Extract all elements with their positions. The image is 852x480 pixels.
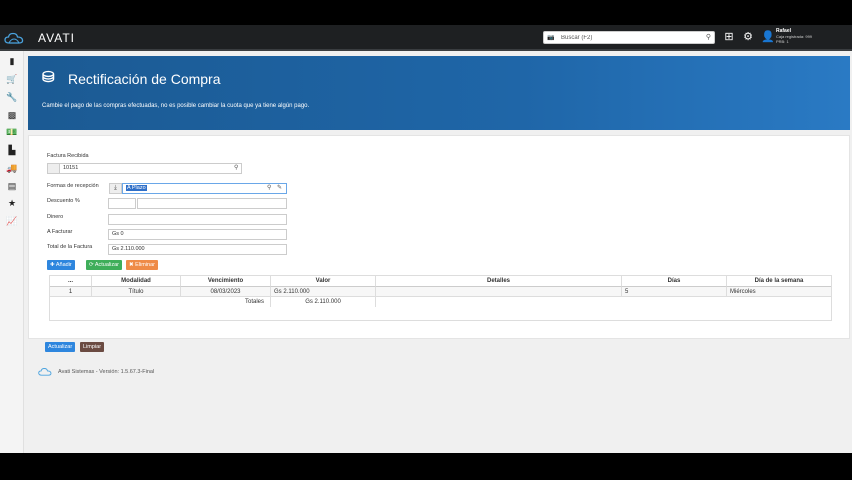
star-icon[interactable]: ★ [6,197,18,209]
col-valor[interactable]: Valor [271,276,376,287]
descuento-input[interactable] [108,198,136,209]
cart-icon[interactable]: 🛒 [6,73,18,85]
sidebar: ▮ 🛒 🔧 ▩ 💵 ▙ 🚚 ▤ ★ 📈 [0,51,24,453]
total-input[interactable]: Gs 2.110.000 [108,244,287,255]
add-button-label: Añadir [55,262,72,268]
delete-button[interactable]: ✖ Eliminar [126,260,159,270]
user-icon[interactable]: 👤 [761,31,775,44]
update-row-button[interactable]: ⟳ Actualizar [86,260,122,270]
user-info[interactable]: Rafael Caja registrada: 999 PRB: 1 [776,28,812,44]
industry-icon[interactable]: ▙ [6,144,18,156]
banner-logo-icon: ⛁ [42,69,55,86]
plus-square-icon[interactable]: ⊞ [723,31,735,44]
table-header-row: ... Modalidad Vencimiento Valor Detalles… [50,276,831,287]
col-detalles[interactable]: Detalles [376,276,622,287]
clear-button[interactable]: Limpiar [80,342,105,352]
col-index[interactable]: ... [50,276,92,287]
search-icon[interactable]: ⚲ [706,33,711,41]
page-banner: ⛁ Rectificación de Compra Cambie el pago… [28,56,850,130]
payments-table: ... Modalidad Vencimiento Valor Detalles… [49,275,832,321]
cell-valor: Gs 2.110.000 [271,287,376,297]
footer-logo-icon [38,368,52,376]
camera-icon[interactable]: 📷 [547,34,554,41]
money-icon[interactable]: 💵 [6,126,18,138]
formas-input[interactable]: A Plazo [122,183,287,194]
cell-vencimiento: 08/03/2023 [181,287,271,297]
page-title: Rectificación de Compra [68,71,221,87]
cell-dias: 5 [622,287,727,297]
form-panel: Factura Recibida 10151 ⚲ Formas de recep… [28,135,850,352]
gear-icon[interactable]: ⚙ [742,31,754,44]
cell-modalidad: Título [92,287,181,297]
afacturar-label: A Facturar [47,229,73,235]
chart-line-icon[interactable]: 📈 [6,215,18,227]
cell-dia-semana: Miércoles [730,289,756,295]
app-name[interactable]: AVATI [38,31,75,45]
factura-label: Factura Recibida [47,153,89,159]
book-icon[interactable]: ▮ [6,55,18,67]
col-modalidad[interactable]: Modalidad [92,276,181,287]
cell-detalles [376,287,622,297]
footer-version: Avati Sistemas - Versión: 1.5.67.3-Final [58,369,155,375]
download-icon[interactable]: ⤓ [109,183,122,194]
update-row-label: Actualizar [94,262,119,268]
save-update-button[interactable]: Actualizar [45,342,76,352]
formas-search-icon[interactable]: ⚲ [267,184,271,191]
factura-search-icon[interactable]: ⚲ [234,164,238,171]
formas-label: Formas de recepción [47,183,99,189]
cubes-icon[interactable]: ▩ [6,109,18,121]
factura-input[interactable]: 10151 [59,163,242,174]
delete-button-label: Eliminar [135,262,156,268]
col-dias[interactable]: Días [622,276,727,287]
col-vencimiento[interactable]: Vencimiento [181,276,271,287]
register-icon[interactable]: ▤ [6,180,18,192]
cell-index: 1 [50,287,92,297]
descuento-label: Descuento % [47,198,80,204]
add-button[interactable]: ✚ Añadir [47,260,75,270]
formas-edit-icon[interactable]: ✎ [277,184,282,191]
totals-label: Totales [181,297,271,307]
table-row[interactable]: 1 Título 08/03/2023 Gs 2.110.000 5 Miérc… [50,287,831,297]
wrench-icon[interactable]: 🔧 [6,91,18,103]
search-input[interactable] [561,33,701,43]
app-screen: AVATI 📷 ⚲ ⊞ ⚙ 👤 Rafael Caja registrada: … [0,25,852,453]
truck-icon[interactable]: 🚚 [6,162,18,174]
formas-selected-text: A Plazo [126,185,147,191]
dinero-label: Dinero [47,214,64,220]
page-subtitle: Cambie el pago de las compras efectuadas… [42,103,310,109]
logo-cloud-icon[interactable] [4,32,24,45]
totals-value: Gs 2.110.000 [271,297,376,307]
top-navbar: AVATI 📷 ⚲ ⊞ ⚙ 👤 Rafael Caja registrada: … [0,25,852,51]
footer: Avati Sistemas - Versión: 1.5.67.3-Final [28,364,850,382]
descuento-amount-input[interactable] [137,198,287,209]
dinero-input[interactable] [108,214,287,225]
total-label: Total de la Factura [47,244,93,250]
global-search[interactable]: 📷 ⚲ [543,31,715,44]
col-dia-semana[interactable]: Día de la semana [727,276,831,287]
table-totals-row: Totales Gs 2.110.000 [50,297,831,307]
user-prb: PRB: 1 [776,39,789,44]
afacturar-input[interactable]: Gs 0 [108,229,287,240]
